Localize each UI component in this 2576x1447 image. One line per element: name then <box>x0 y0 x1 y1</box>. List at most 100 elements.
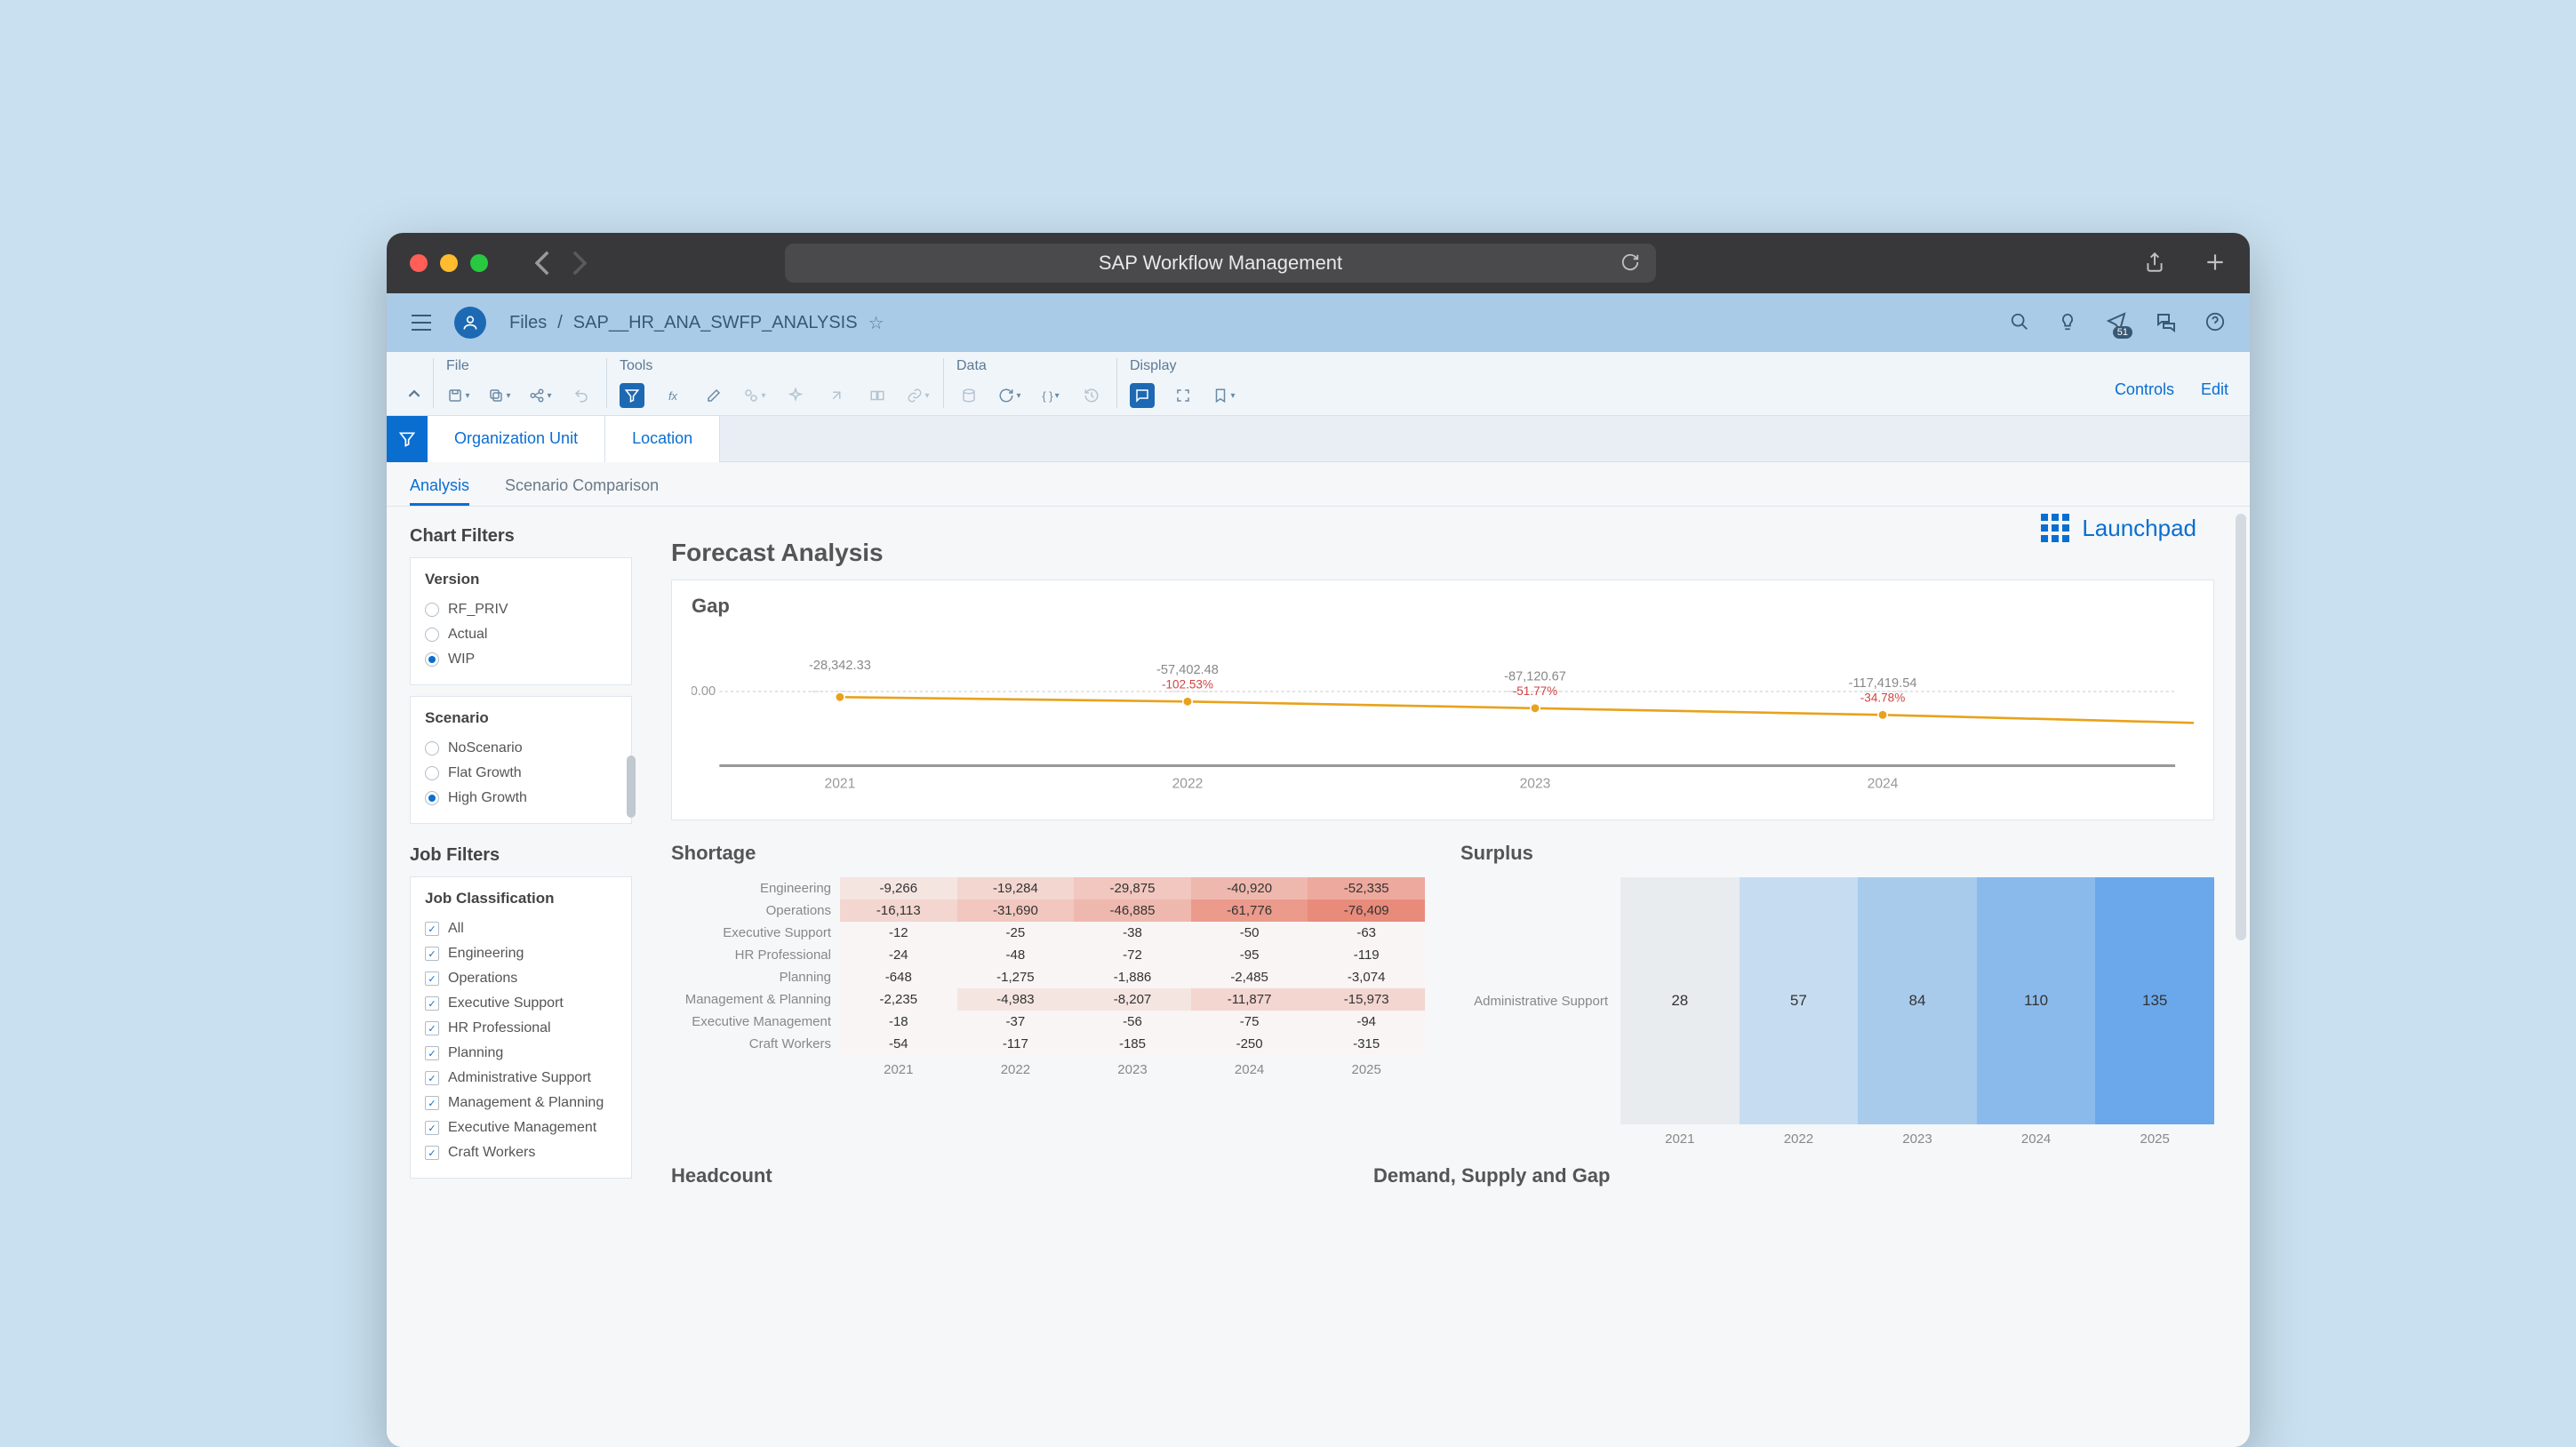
heatmap-cell[interactable]: -46,885 <box>1074 899 1191 922</box>
tab-scenario-comparison[interactable]: Scenario Comparison <box>505 476 659 506</box>
check-management-&-planning[interactable]: ✓Management & Planning <box>425 1091 617 1115</box>
heatmap-cell[interactable]: -25 <box>957 922 1075 944</box>
heatmap-cell[interactable]: -37 <box>957 1011 1075 1033</box>
chip-org-unit[interactable]: Organization Unit <box>428 416 605 462</box>
tab-analysis[interactable]: Analysis <box>410 476 469 506</box>
share-icon[interactable] <box>2143 251 2166 276</box>
maximize-icon[interactable] <box>470 254 488 272</box>
heatmap-cell[interactable]: -9,266 <box>840 877 957 899</box>
heatmap-cell[interactable]: -56 <box>1074 1011 1191 1033</box>
notifications-icon[interactable]: 51 <box>2106 311 2127 335</box>
menu-icon[interactable] <box>412 315 431 331</box>
heatmap-cell[interactable]: -63 <box>1308 922 1425 944</box>
close-icon[interactable] <box>410 254 428 272</box>
sidebar-scrollbar[interactable] <box>627 755 636 818</box>
refresh-icon[interactable]: ▾ <box>997 383 1022 408</box>
surplus-bar[interactable]: 28 <box>1620 877 1740 1124</box>
radio-flat-growth[interactable]: Flat Growth <box>425 761 617 786</box>
breadcrumb-page[interactable]: SAP__HR_ANA_SWFP_ANALYSIS <box>573 313 858 333</box>
breadcrumb-root[interactable]: Files <box>509 313 547 333</box>
check-hr-professional[interactable]: ✓HR Professional <box>425 1016 617 1041</box>
heatmap-cell[interactable]: -315 <box>1308 1033 1425 1055</box>
radio-actual[interactable]: Actual <box>425 622 617 647</box>
chip-location[interactable]: Location <box>605 416 720 462</box>
surplus-bar[interactable]: 110 <box>1977 877 2096 1124</box>
heatmap-cell[interactable]: -94 <box>1308 1011 1425 1033</box>
heatmap-cell[interactable]: -48 <box>957 944 1075 966</box>
predictive-icon[interactable] <box>783 383 808 408</box>
check-executive-support[interactable]: ✓Executive Support <box>425 991 617 1016</box>
surplus-bar[interactable]: 135 <box>2095 877 2214 1124</box>
heatmap-cell[interactable]: -76,409 <box>1308 899 1425 922</box>
save-icon[interactable]: ▾ <box>446 383 471 408</box>
heatmap-cell[interactable]: -117 <box>957 1033 1075 1055</box>
back-button[interactable] <box>531 251 556 276</box>
radio-rf_priv[interactable]: RF_PRIV <box>425 597 617 622</box>
heatmap-cell[interactable]: -3,074 <box>1308 966 1425 988</box>
heatmap-cell[interactable]: -11,877 <box>1191 988 1308 1011</box>
formula-icon[interactable]: fx <box>660 383 685 408</box>
cross-calc-icon[interactable] <box>865 383 890 408</box>
search-icon[interactable] <box>2010 312 2029 334</box>
heatmap-cell[interactable]: -2,235 <box>840 988 957 1011</box>
heatmap-cell[interactable]: -52,335 <box>1308 877 1425 899</box>
heatmap-cell[interactable]: -40,920 <box>1191 877 1308 899</box>
radio-high-growth[interactable]: High Growth <box>425 786 617 811</box>
gap-chart[interactable]: 0.00-28,342.332021-57,402.48-102.53%2022… <box>692 627 2194 803</box>
heatmap-cell[interactable]: -2,485 <box>1191 966 1308 988</box>
history-icon[interactable] <box>1079 383 1104 408</box>
check-executive-management[interactable]: ✓Executive Management <box>425 1115 617 1140</box>
heatmap-cell[interactable]: -648 <box>840 966 957 988</box>
share-story-icon[interactable]: ▾ <box>528 383 553 408</box>
undo-icon[interactable] <box>569 383 594 408</box>
heatmap-cell[interactable]: -75 <box>1191 1011 1308 1033</box>
heatmap-cell[interactable]: -12 <box>840 922 957 944</box>
heatmap-cell[interactable]: -119 <box>1308 944 1425 966</box>
heatmap-cell[interactable]: -38 <box>1074 922 1191 944</box>
main-scrollbar[interactable] <box>2236 507 2246 1447</box>
heatmap-cell[interactable]: -18 <box>840 1011 957 1033</box>
heatmap-cell[interactable]: -95 <box>1191 944 1308 966</box>
check-engineering[interactable]: ✓Engineering <box>425 941 617 966</box>
heatmap-cell[interactable]: -15,973 <box>1308 988 1425 1011</box>
hyperlink-icon[interactable]: ▾ <box>906 383 931 408</box>
heatmap-cell[interactable]: -250 <box>1191 1033 1308 1055</box>
radio-wip[interactable]: WIP <box>425 647 617 672</box>
lightbulb-icon[interactable] <box>2058 312 2077 334</box>
avatar[interactable] <box>454 307 486 339</box>
copy-icon[interactable]: ▾ <box>487 383 512 408</box>
link-icon[interactable] <box>824 383 849 408</box>
heatmap-cell[interactable]: -50 <box>1191 922 1308 944</box>
collapse-toolbar-icon[interactable] <box>408 388 433 408</box>
heatmap-cell[interactable]: -29,875 <box>1074 877 1191 899</box>
edit-link[interactable]: Edit <box>2201 380 2228 399</box>
shortage-heatmap[interactable]: Engineering-9,266-19,284-29,875-40,920-5… <box>671 877 1425 1081</box>
heatmap-cell[interactable]: -24 <box>840 944 957 966</box>
reload-icon[interactable] <box>1620 252 1640 277</box>
heatmap-cell[interactable]: -185 <box>1074 1033 1191 1055</box>
heatmap-cell[interactable]: -8,207 <box>1074 988 1191 1011</box>
comment-icon[interactable] <box>1130 383 1155 408</box>
surplus-bar[interactable]: 57 <box>1740 877 1859 1124</box>
heatmap-cell[interactable]: -72 <box>1074 944 1191 966</box>
fullscreen-icon[interactable] <box>1171 383 1196 408</box>
heatmap-cell[interactable]: -1,275 <box>957 966 1075 988</box>
surplus-bar[interactable]: 84 <box>1858 877 1977 1124</box>
check-administrative-support[interactable]: ✓Administrative Support <box>425 1066 617 1091</box>
launchpad-link[interactable]: Launchpad <box>2041 514 2196 542</box>
conditional-formatting-icon[interactable]: ▾ <box>742 383 767 408</box>
new-tab-icon[interactable] <box>2204 251 2227 276</box>
bookmark-icon[interactable]: ▾ <box>1212 383 1236 408</box>
url-field[interactable]: SAP Workflow Management <box>785 244 1656 283</box>
filter-tool-icon[interactable] <box>620 383 644 408</box>
heatmap-cell[interactable]: -19,284 <box>957 877 1075 899</box>
forward-button[interactable] <box>566 251 591 276</box>
heatmap-cell[interactable]: -31,690 <box>957 899 1075 922</box>
check-operations[interactable]: ✓Operations <box>425 966 617 991</box>
heatmap-cell[interactable]: -16,113 <box>840 899 957 922</box>
heatmap-cell[interactable]: -1,886 <box>1074 966 1191 988</box>
favorite-icon[interactable]: ☆ <box>868 312 884 334</box>
variables-icon[interactable]: { }▾ <box>1038 383 1063 408</box>
check-all[interactable]: ✓All <box>425 916 617 941</box>
discussion-icon[interactable] <box>2156 311 2177 335</box>
